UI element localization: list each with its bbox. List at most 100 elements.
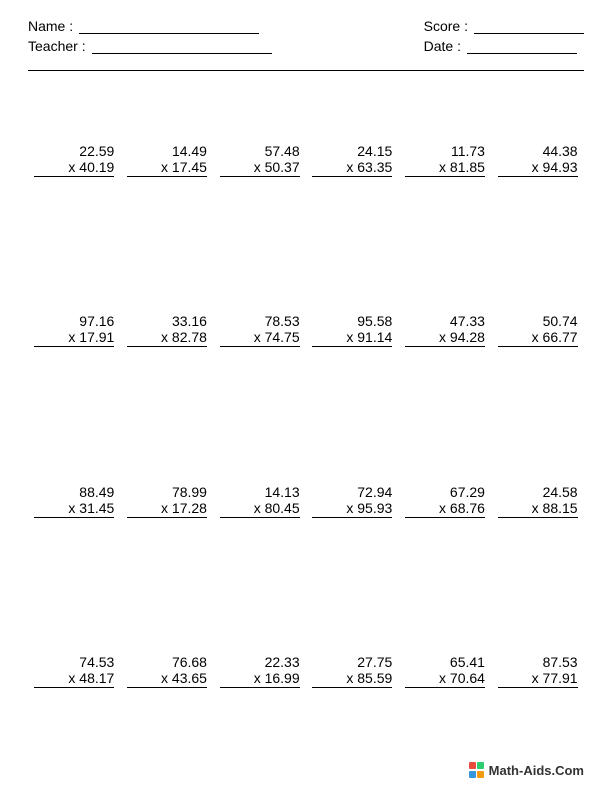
problem-top-1-3: 95.58 (357, 313, 392, 329)
problem-bottom-2-4: x 68.76 (405, 500, 485, 518)
problem-2-0: 88.49x 31.45 (34, 484, 114, 518)
problem-top-1-1: 33.16 (172, 313, 207, 329)
problem-bottom-3-4: x 70.64 (405, 670, 485, 688)
logo-icon-blue (469, 771, 476, 778)
date-row: Date : (424, 38, 584, 54)
teacher-label: Teacher : (28, 38, 86, 54)
name-row: Name : (28, 18, 272, 34)
header-right: Score : Date : (424, 18, 584, 54)
problem-bottom-2-5: x 88.15 (498, 500, 578, 518)
problem-top-0-4: 11.73 (451, 143, 485, 159)
problem-bottom-0-2: x 50.37 (220, 159, 300, 177)
problem-bottom-1-1: x 82.78 (127, 329, 207, 347)
problem-top-3-0: 74.53 (79, 654, 114, 670)
problem-bottom-2-2: x 80.45 (220, 500, 300, 518)
header-left: Name : Teacher : (28, 18, 272, 54)
problem-top-3-3: 27.75 (357, 654, 392, 670)
problem-top-0-0: 22.59 (79, 143, 114, 159)
problem-top-2-3: 72.94 (357, 484, 392, 500)
problem-bottom-0-4: x 81.85 (405, 159, 485, 177)
date-label: Date : (424, 38, 461, 54)
problem-bottom-0-5: x 94.93 (498, 159, 578, 177)
problem-bottom-0-0: x 40.19 (34, 159, 114, 177)
problem-3-1: 76.68x 43.65 (127, 654, 207, 688)
logo-icon-green (477, 762, 484, 769)
problem-top-2-1: 78.99 (172, 484, 207, 500)
problem-bottom-1-0: x 17.91 (34, 329, 114, 347)
problem-bottom-1-4: x 94.28 (405, 329, 485, 347)
problem-0-0: 22.59x 40.19 (34, 143, 114, 177)
problem-top-3-4: 65.41 (450, 654, 485, 670)
problem-top-2-2: 14.13 (265, 484, 300, 500)
problem-bottom-0-1: x 17.45 (127, 159, 207, 177)
problem-2-5: 24.58x 88.15 (498, 484, 578, 518)
problem-bottom-0-3: x 63.35 (312, 159, 392, 177)
logo-icon (469, 762, 485, 778)
problem-1-2: 78.53x 74.75 (220, 313, 300, 347)
problem-top-2-0: 88.49 (79, 484, 114, 500)
problem-top-1-2: 78.53 (265, 313, 300, 329)
teacher-row: Teacher : (28, 38, 272, 54)
problem-bottom-1-5: x 66.77 (498, 329, 578, 347)
problem-3-3: 27.75x 85.59 (312, 654, 392, 688)
logo: Math-Aids.Com (469, 762, 584, 778)
problem-top-3-1: 76.68 (172, 654, 207, 670)
score-line[interactable] (474, 18, 584, 34)
problem-1-4: 47.33x 94.28 (405, 313, 485, 347)
problem-top-0-1: 14.49 (172, 143, 207, 159)
page: Name : Teacher : Score : Date : 22.59x 4… (0, 0, 612, 792)
problem-top-1-5: 50.74 (543, 313, 578, 329)
problem-2-1: 78.99x 17.28 (127, 484, 207, 518)
problem-3-5: 87.53x 77.91 (498, 654, 578, 688)
problem-bottom-3-0: x 48.17 (34, 670, 114, 688)
problem-top-2-5: 24.58 (543, 484, 578, 500)
logo-text: Math-Aids.Com (489, 763, 584, 778)
problem-0-1: 14.49x 17.45 (127, 143, 207, 177)
problem-bottom-3-3: x 85.59 (312, 670, 392, 688)
problem-bottom-1-2: x 74.75 (220, 329, 300, 347)
problem-bottom-3-5: x 77.91 (498, 670, 578, 688)
problem-1-0: 97.16x 17.91 (34, 313, 114, 347)
problem-0-4: 11.73x 81.85 (405, 143, 485, 177)
problem-2-2: 14.13x 80.45 (220, 484, 300, 518)
problem-top-0-2: 57.48 (265, 143, 300, 159)
teacher-line[interactable] (92, 38, 272, 54)
problem-row-0: 22.59x 40.19 14.49x 17.45 57.48x 50.37 24.1… (28, 75, 584, 245)
problem-top-1-0: 97.16 (79, 313, 114, 329)
problem-2-4: 67.29x 68.76 (405, 484, 485, 518)
name-line[interactable] (79, 18, 259, 34)
problem-top-3-5: 87.53 (543, 654, 578, 670)
problem-1-5: 50.74x 66.77 (498, 313, 578, 347)
problem-3-4: 65.41x 70.64 (405, 654, 485, 688)
problem-0-2: 57.48x 50.37 (220, 143, 300, 177)
problems-area: 22.59x 40.19 14.49x 17.45 57.48x 50.37 24.1… (28, 75, 584, 756)
header-divider (28, 70, 584, 71)
problem-bottom-2-3: x 95.93 (312, 500, 392, 518)
footer: Math-Aids.Com (28, 756, 584, 778)
problem-3-2: 22.33x 16.99 (220, 654, 300, 688)
problem-1-1: 33.16x 82.78 (127, 313, 207, 347)
date-line[interactable] (467, 38, 577, 54)
problem-top-2-4: 67.29 (450, 484, 485, 500)
problem-row-2: 88.49x 31.45 78.99x 17.28 14.13x 80.45 72.9… (28, 416, 584, 586)
problem-1-3: 95.58x 91.14 (312, 313, 392, 347)
problem-2-3: 72.94x 95.93 (312, 484, 392, 518)
logo-icon-red (469, 762, 476, 769)
problem-0-3: 24.15x 63.35 (312, 143, 392, 177)
problem-top-3-2: 22.33 (265, 654, 300, 670)
header: Name : Teacher : Score : Date : (28, 18, 584, 54)
problem-bottom-2-1: x 17.28 (127, 500, 207, 518)
problem-bottom-1-3: x 91.14 (312, 329, 392, 347)
problem-3-0: 74.53x 48.17 (34, 654, 114, 688)
name-label: Name : (28, 18, 73, 34)
problem-top-1-4: 47.33 (450, 313, 485, 329)
score-label: Score : (424, 18, 468, 34)
problem-top-0-5: 44.38 (543, 143, 578, 159)
problem-row-1: 97.16x 17.91 33.16x 82.78 78.53x 74.75 95.5… (28, 245, 584, 415)
problem-bottom-3-1: x 43.65 (127, 670, 207, 688)
logo-icon-yellow (477, 771, 484, 778)
problem-bottom-3-2: x 16.99 (220, 670, 300, 688)
problem-0-5: 44.38x 94.93 (498, 143, 578, 177)
problem-row-3: 74.53x 48.17 76.68x 43.65 22.33x 16.99 27.7… (28, 586, 584, 756)
problem-top-0-3: 24.15 (357, 143, 392, 159)
